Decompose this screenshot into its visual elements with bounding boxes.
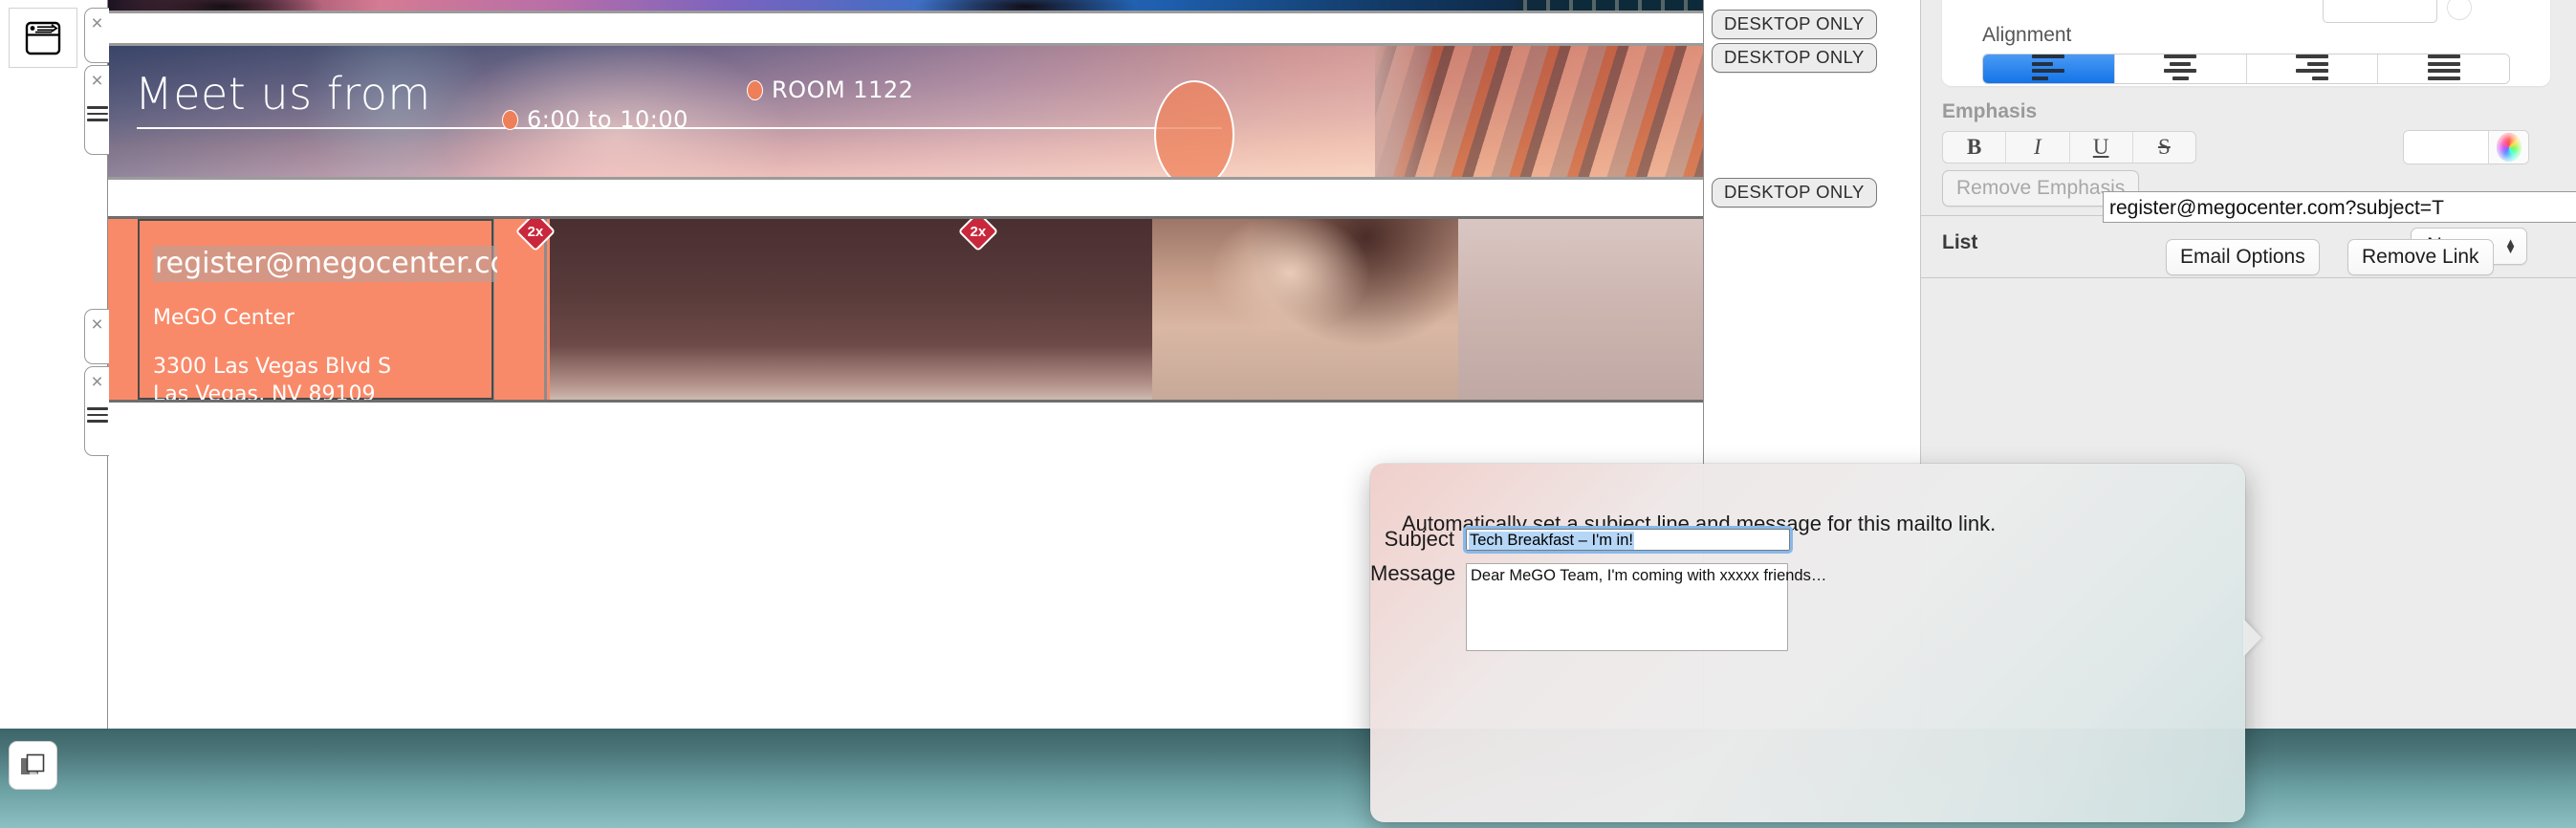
align-center-icon bbox=[2164, 54, 2197, 83]
hero-time-label[interactable]: 6:00 to 10:00 bbox=[502, 106, 688, 133]
layers-icon-glyph bbox=[20, 753, 44, 774]
desktop-only-badge[interactable]: DESKTOP ONLY bbox=[1712, 10, 1877, 39]
contact-address-line2: Las Vegas, NV 89109 bbox=[153, 381, 376, 403]
message-input-value: Dear MeGO Team, I'm coming with xxxxx fr… bbox=[1471, 567, 1827, 584]
photo-right-strip bbox=[1458, 219, 1703, 400]
align-right-button[interactable] bbox=[2246, 54, 2379, 83]
align-right-icon bbox=[2295, 54, 2328, 83]
list-label: List bbox=[1942, 231, 1978, 253]
emphasis-label: Emphasis bbox=[1942, 100, 2038, 122]
bullet-ellipse-icon bbox=[502, 109, 518, 130]
color-wheel-button[interactable] bbox=[2488, 131, 2528, 163]
bold-button[interactable]: B bbox=[1943, 132, 2007, 163]
underline-button[interactable]: U bbox=[2070, 132, 2133, 163]
hero-room-label[interactable]: ROOM 1122 bbox=[747, 76, 913, 103]
hero-content: Meet us from ROOM 1122 6:00 to 10:00 bbox=[108, 46, 1703, 177]
skyline-detail bbox=[1514, 0, 1703, 11]
app-root: × × × × Meet us from ROOM 1122 6:00 to 1… bbox=[0, 0, 2576, 828]
color-wheel-icon bbox=[2496, 133, 2521, 162]
selected-text-box[interactable]: register@megocenter.com MeGO Center 3300… bbox=[138, 219, 538, 400]
contact-address-line1: 3300 Las Vegas Blvd S bbox=[153, 354, 392, 379]
drag-handle-icon[interactable] bbox=[86, 106, 108, 125]
scale-badge-label: 2x bbox=[527, 223, 544, 240]
row-handle-2[interactable]: × bbox=[84, 65, 109, 155]
spacing-stepper-button[interactable] bbox=[2447, 0, 2472, 20]
row-handle-3[interactable]: × bbox=[84, 309, 109, 364]
contact-venue: MeGO Center bbox=[153, 305, 295, 330]
spacer-row-1[interactable] bbox=[108, 16, 1703, 43]
bullet-ellipse-icon bbox=[747, 79, 763, 100]
desktop-only-badge[interactable]: DESKTOP ONLY bbox=[1712, 178, 1877, 207]
email-options-button[interactable]: Email Options bbox=[2166, 239, 2320, 275]
contact-row[interactable]: register@megocenter.com MeGO Center 3300… bbox=[108, 216, 1703, 403]
paragraph-style-card: Alignment bbox=[1942, 0, 2550, 86]
close-icon[interactable]: × bbox=[91, 71, 102, 91]
layers-icon[interactable] bbox=[9, 741, 57, 790]
scale-badge-label: 2x bbox=[970, 223, 987, 240]
alignment-segmented-control[interactable] bbox=[1982, 54, 2510, 84]
spacer-row-2[interactable] bbox=[108, 183, 1703, 213]
desktop-only-badge[interactable]: DESKTOP ONLY bbox=[1712, 43, 1877, 73]
strikethrough-button[interactable]: S bbox=[2133, 132, 2195, 163]
hero-banner-row[interactable]: Meet us from ROOM 1122 6:00 to 10:00 bbox=[108, 43, 1703, 180]
close-icon[interactable]: × bbox=[91, 315, 102, 335]
remove-link-button[interactable]: Remove Link bbox=[2347, 239, 2494, 275]
hero-top-image[interactable] bbox=[108, 0, 1703, 13]
align-center-button[interactable] bbox=[2114, 54, 2247, 83]
subject-input-value: Tech Breakfast – I'm in! bbox=[1469, 532, 1634, 550]
alignment-label: Alignment bbox=[1982, 24, 2072, 46]
contact-email[interactable]: register@megocenter.com bbox=[153, 246, 538, 282]
message-label: Message bbox=[1370, 561, 1456, 585]
hero-accent-ellipse bbox=[1154, 80, 1234, 177]
close-icon[interactable]: × bbox=[91, 372, 102, 392]
popover-arrow bbox=[2243, 619, 2261, 657]
italic-button[interactable]: I bbox=[2006, 132, 2070, 163]
row-handle-1[interactable]: × bbox=[84, 8, 109, 63]
link-url-field[interactable]: register@megocenter.com?subject=T bbox=[2103, 191, 2576, 223]
color-swatch[interactable] bbox=[2404, 131, 2488, 163]
close-icon[interactable]: × bbox=[91, 13, 102, 33]
contact-text-column[interactable]: register@megocenter.com MeGO Center 3300… bbox=[108, 219, 538, 400]
hero-title[interactable]: Meet us from bbox=[135, 72, 431, 116]
chevron-updown-icon: ▲ ▼ bbox=[2504, 235, 2517, 256]
spacing-stepper-field[interactable] bbox=[2323, 0, 2437, 23]
align-left-button[interactable] bbox=[1983, 54, 2115, 83]
align-left-icon bbox=[2032, 54, 2065, 83]
hero-time-text: 6:00 to 10:00 bbox=[527, 106, 688, 133]
subject-input[interactable]: Tech Breakfast – I'm in! bbox=[1463, 526, 1793, 554]
hero-room-text: ROOM 1122 bbox=[772, 76, 914, 103]
photo-portrait bbox=[1152, 219, 1458, 400]
subject-label: Subject bbox=[1384, 527, 1454, 551]
message-input[interactable]: Dear MeGO Team, I'm coming with xxxxx fr… bbox=[1466, 563, 1826, 651]
divider bbox=[1921, 277, 2576, 278]
mailto-options-popover[interactable]: Automatically set a subject line and mes… bbox=[1370, 464, 2261, 822]
align-justify-button[interactable] bbox=[2378, 54, 2509, 83]
align-justify-icon bbox=[2427, 54, 2460, 83]
text-color-well[interactable] bbox=[2403, 130, 2529, 164]
pages-icon-glyph bbox=[25, 21, 61, 54]
emphasis-button-group[interactable]: B I U S bbox=[1942, 131, 2196, 163]
drag-handle-icon[interactable] bbox=[86, 407, 108, 426]
contact-photo-column[interactable] bbox=[550, 219, 1703, 400]
row-handle-4[interactable]: × bbox=[84, 366, 109, 456]
pages-icon[interactable] bbox=[9, 8, 77, 68]
